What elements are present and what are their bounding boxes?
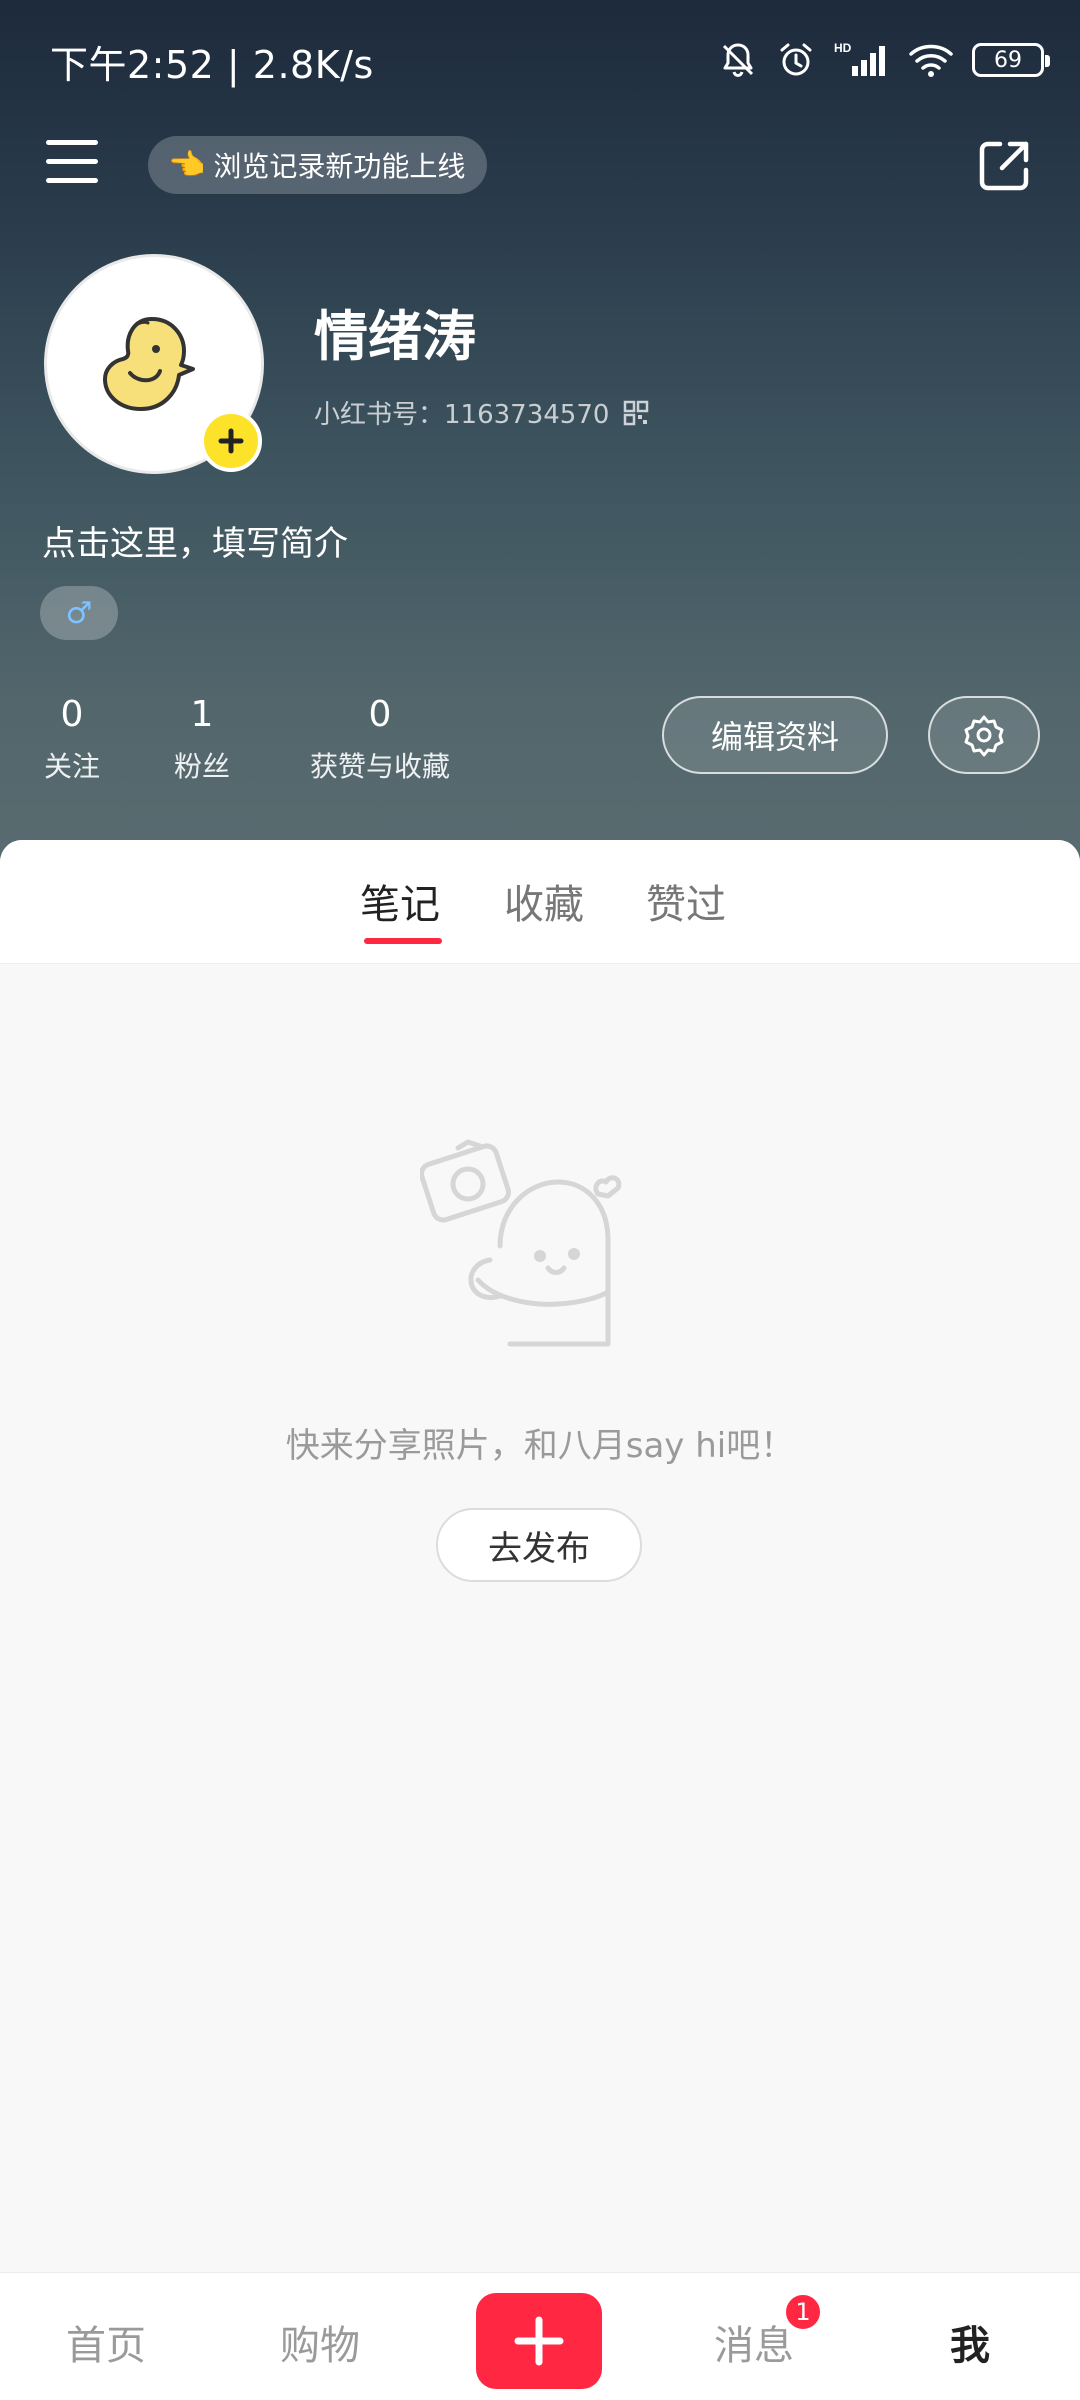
pointing-hand-icon: 👈 [168, 147, 206, 183]
nav-messages[interactable]: 消息 [714, 2313, 794, 2371]
user-id: 小红书号：1163734570 [314, 394, 649, 431]
following-count: 0 [60, 694, 84, 735]
tab-liked[interactable]: 赞过 [646, 872, 726, 930]
following-label: 关注 [43, 750, 100, 783]
fans-count: 1 [190, 694, 214, 735]
nav-shopping[interactable]: 购物 [280, 2313, 360, 2371]
tab-collections[interactable]: 收藏 [504, 872, 584, 930]
active-tab-indicator [364, 938, 442, 944]
content-panel: 笔记 收藏 赞过 快来分享照片，和八月say hi吧！ 去发布 [0, 840, 1080, 2272]
profile-tabs: 笔记 收藏 赞过 [0, 840, 1080, 964]
empty-notes-illustration [420, 1139, 622, 1347]
hd-signal-icon: HD [834, 41, 885, 76]
edit-profile-button[interactable]: 编辑资料 [662, 696, 888, 774]
alarm-icon [780, 43, 812, 76]
nav-home[interactable]: 首页 [66, 2313, 146, 2371]
user-id-text: 小红书号：1163734570 [314, 400, 610, 430]
battery-icon: 69 [972, 43, 1050, 77]
menu-icon[interactable] [46, 140, 102, 190]
svg-text:HD: HD [834, 41, 852, 55]
go-publish-button[interactable]: 去发布 [436, 1508, 642, 1582]
chick-avatar-icon [103, 317, 195, 411]
mute-bell-icon [722, 43, 754, 78]
nav-me[interactable]: 我 [950, 2313, 990, 2371]
share-icon[interactable] [974, 136, 1034, 196]
status-bar: 下午2:52 | 2.8K/s HD 69 [0, 0, 1080, 120]
settings-button[interactable] [928, 696, 1040, 774]
nickname: 情绪涛 [314, 305, 476, 368]
stat-fans[interactable]: 1 粉丝 [170, 694, 234, 785]
status-time: 下午2:52 | 2.8K/s [50, 43, 374, 87]
gender-male-icon: ♂ [40, 586, 118, 640]
gear-icon [964, 715, 1004, 757]
plus-icon [514, 2316, 564, 2366]
message-badge: 1 [784, 2293, 822, 2331]
stat-following[interactable]: 0 关注 [40, 694, 104, 785]
stat-likes-collects[interactable]: 0 获赞与收藏 [300, 694, 460, 785]
profile-header: 下午2:52 | 2.8K/s HD 69 👈 浏览记录新功能上线 情绪涛 小红… [0, 0, 1080, 880]
likes-count: 0 [368, 694, 392, 735]
fans-label: 粉丝 [173, 750, 230, 783]
browse-history-notice[interactable]: 👈 浏览记录新功能上线 [148, 136, 488, 194]
empty-state-message: 快来分享照片，和八月say hi吧！ [285, 1426, 795, 1466]
bottom-nav: 首页 购物 消息 1 我 [0, 2272, 1080, 2400]
bio[interactable]: 点击这里，填写简介 [42, 516, 348, 565]
status-icons: HD 69 [718, 36, 1050, 84]
notice-text: 浏览记录新功能上线 [213, 150, 466, 183]
tab-notes[interactable]: 笔记 [360, 872, 440, 930]
likes-label: 获赞与收藏 [309, 750, 450, 783]
qr-code-icon[interactable] [623, 400, 649, 426]
avatar-add-button[interactable] [200, 410, 262, 472]
plus-icon [218, 428, 244, 454]
wifi-icon [909, 44, 953, 77]
nav-publish-button[interactable] [476, 2293, 602, 2389]
